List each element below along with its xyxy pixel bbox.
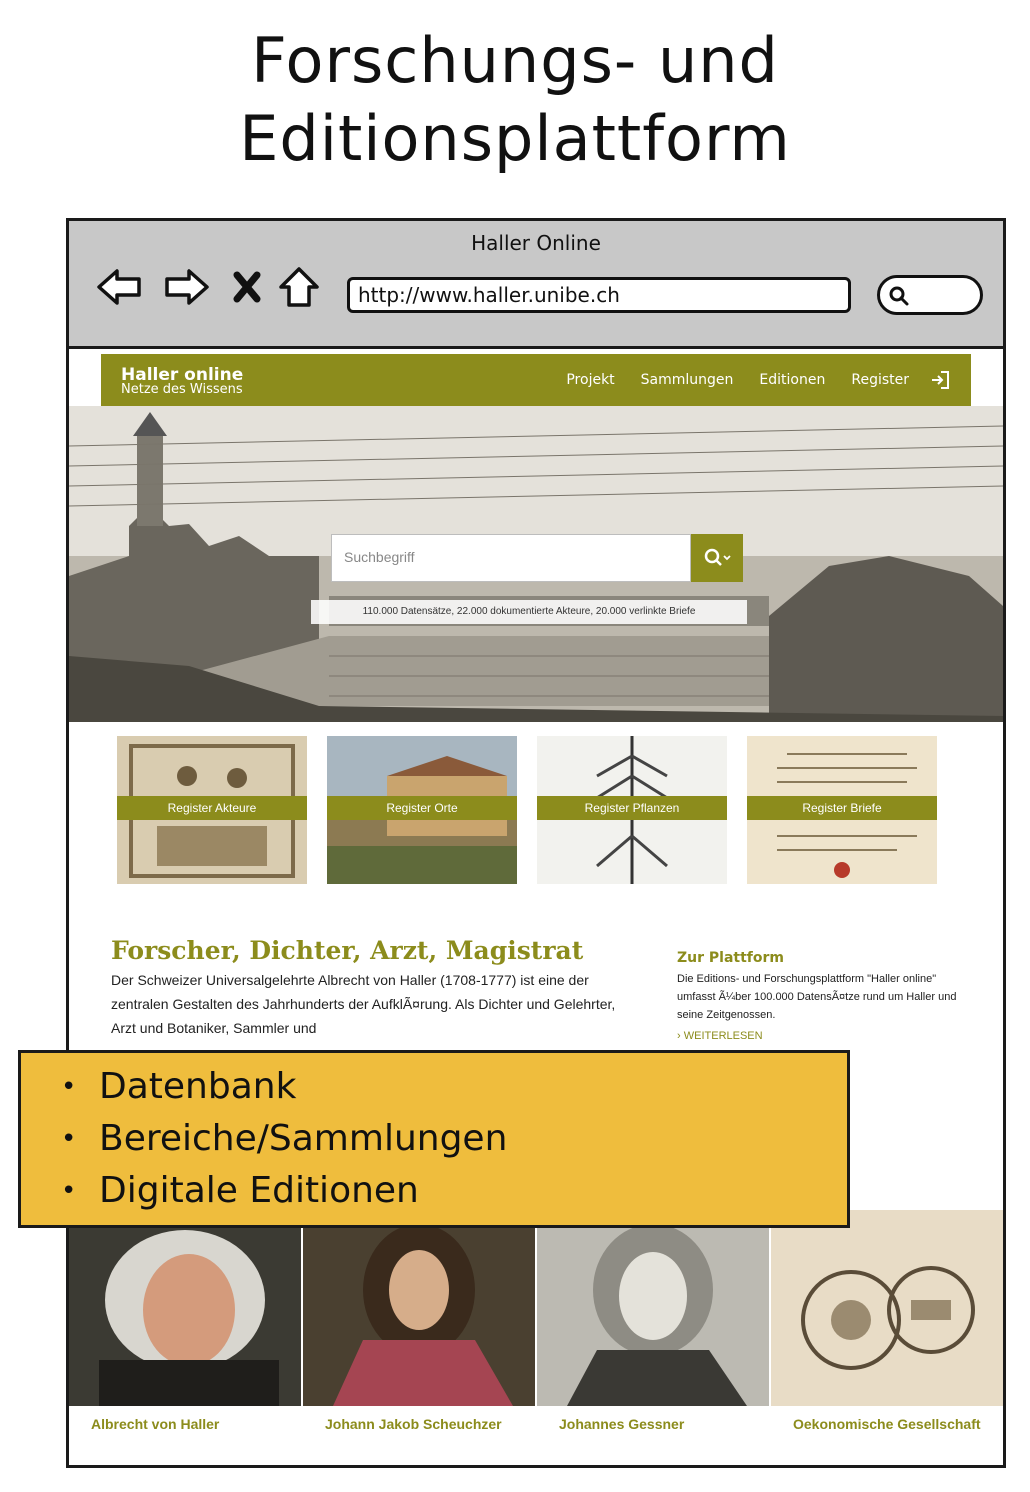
register-card-briefe[interactable]: Register Briefe [747, 736, 937, 884]
person-name-oekonomische-gesellschaft: Oekonomische Gesellschaft [793, 1416, 981, 1432]
platform-text: Die Editions- und Forschungsplattform "H… [677, 973, 957, 1021]
person-card-gessner[interactable]: Johannes Gessner [537, 1210, 769, 1465]
menu-item-editionen[interactable]: Editionen [759, 372, 825, 388]
database-stats: 110.000 Datensätze, 22.000 dokumentierte… [311, 600, 747, 624]
read-more-link[interactable]: › WEITERLESEN [677, 1030, 967, 1042]
forward-arrow-icon[interactable] [163, 265, 211, 309]
register-orte-label: Register Orte [327, 796, 517, 820]
hero-banner: Suchbegriff 110.000 Datensätze, 22.000 d… [69, 406, 1003, 722]
register-card-pflanzen[interactable]: Register Pflanzen [537, 736, 727, 884]
scheuchzer-portrait-image [303, 1210, 535, 1406]
person-name-haller: Albrecht von Haller [91, 1416, 220, 1432]
site-brand[interactable]: Haller online Netze des Wissens [121, 367, 243, 397]
platform-heading: Zur Plattform [677, 950, 784, 966]
website-content: Haller online Netze des Wissens Projekt … [69, 352, 1003, 1465]
feature-item-sammlungen: Bereiche/Sammlungen [61, 1113, 847, 1165]
site-search-button[interactable] [691, 534, 743, 582]
window-title: Haller Online [471, 231, 601, 255]
register-akteure-label: Register Akteure [117, 796, 307, 820]
intro-section: Forscher, Dichter, Arzt, Magistrat Der S… [111, 936, 631, 1040]
gessner-portrait-image [537, 1210, 769, 1406]
feature-item-editionen: Digitale Editionen [61, 1165, 847, 1217]
slide-title-line-1: Forschungs- und [251, 24, 779, 97]
back-arrow-icon[interactable] [95, 265, 143, 309]
feature-callout: Datenbank Bereiche/Sammlungen Digitale E… [18, 1050, 850, 1228]
person-name-gessner: Johannes Gessner [559, 1416, 685, 1432]
menu-item-register[interactable]: Register [851, 372, 909, 388]
read-more-label: WEITERLESEN [683, 1030, 763, 1042]
platform-section: Zur Plattform Die Editions- und Forschun… [677, 948, 967, 1042]
menu-item-projekt[interactable]: Projekt [566, 372, 614, 388]
menu-item-sammlungen[interactable]: Sammlungen [641, 372, 734, 388]
main-menu: Projekt Sammlungen Editionen Register [566, 372, 909, 388]
search-icon [704, 548, 731, 566]
browser-chrome: Haller Online http://www.haller.unibe.ch [69, 221, 1003, 349]
register-card-orte[interactable]: Register Orte [327, 736, 517, 884]
brand-tagline: Netze des Wissens [121, 382, 243, 397]
person-card-haller[interactable]: Albrecht von Haller [69, 1210, 301, 1465]
feature-item-datenbank: Datenbank [61, 1061, 847, 1113]
register-cards: Register Akteure Register Orte Register … [117, 736, 947, 886]
brand-name: Haller online [121, 365, 244, 385]
intro-text: Der Schweizer Universalgelehrte Albrecht… [111, 972, 616, 1036]
intro-heading: Forscher, Dichter, Arzt, Magistrat [111, 936, 584, 965]
medal-engraving-image [771, 1210, 1003, 1406]
haller-portrait-image [69, 1210, 301, 1406]
person-name-scheuchzer: Johann Jakob Scheuchzer [325, 1416, 502, 1432]
login-icon[interactable] [929, 369, 951, 391]
chevron-right-icon: › [677, 1030, 681, 1042]
search-icon [889, 286, 909, 306]
people-cards: Albrecht von Haller Johann Jakob Scheuch… [69, 1210, 1003, 1465]
feature-list: Datenbank Bereiche/Sammlungen Digitale E… [21, 1053, 847, 1217]
close-stop-icon[interactable] [229, 265, 265, 309]
register-briefe-label: Register Briefe [747, 796, 937, 820]
register-card-akteure[interactable]: Register Akteure [117, 736, 307, 884]
slide-title-line-2: Editionsplattform [239, 102, 791, 175]
person-card-oekonomische-gesellschaft[interactable]: Oekonomische Gesellschaft [771, 1210, 1003, 1465]
url-bar[interactable]: http://www.haller.unibe.ch [347, 277, 851, 313]
slide-title: Forschungs- und Editionsplattform [0, 22, 1030, 178]
person-card-scheuchzer[interactable]: Johann Jakob Scheuchzer [303, 1210, 535, 1465]
browser-window: Haller Online http://www.haller.unibe.ch… [66, 218, 1006, 1468]
site-header: Haller online Netze des Wissens Projekt … [101, 354, 971, 406]
home-icon[interactable] [277, 265, 321, 309]
site-search-input[interactable]: Suchbegriff [331, 534, 691, 582]
register-pflanzen-label: Register Pflanzen [537, 796, 727, 820]
browser-search-box[interactable] [877, 275, 983, 315]
